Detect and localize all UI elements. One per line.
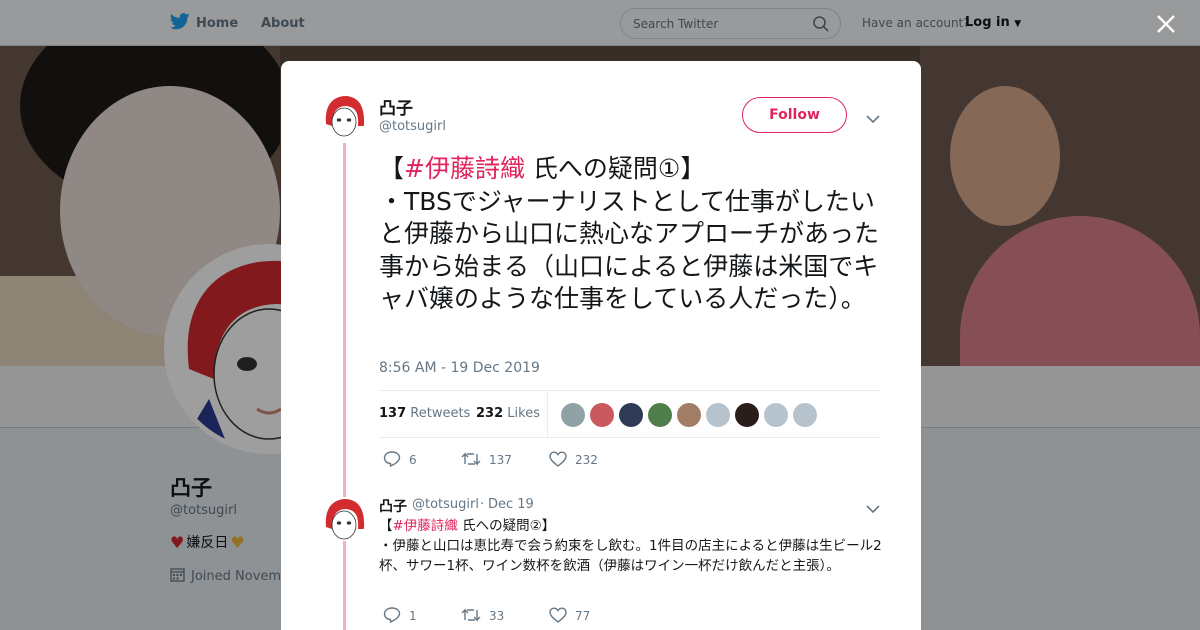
reply-actions: 1 33 77 (383, 606, 590, 626)
tweet-title-text: 氏への疑問①】 (524, 154, 706, 183)
like-action[interactable]: 232 (549, 450, 598, 470)
liker-avatar[interactable] (590, 403, 614, 427)
likes-label: Likes (507, 406, 540, 421)
reply-title-text: 氏への疑問②】 (457, 518, 556, 534)
hashtag-link[interactable]: #伊藤詩織 (404, 154, 525, 183)
liker-avatar[interactable] (648, 403, 672, 427)
tweet-stats: 137 Retweets 232 Likes (379, 390, 881, 438)
reply-author-handle[interactable]: @totsugirl (412, 497, 479, 512)
retweet-action[interactable]: 137 (461, 451, 549, 470)
reply-retweet-action[interactable]: 33 (461, 607, 549, 626)
reply-retweet-count: 33 (489, 609, 505, 623)
tweet-author-handle[interactable]: @totsugirl (379, 119, 446, 134)
reply-count: 6 (409, 453, 417, 467)
liker-avatar[interactable] (793, 403, 817, 427)
tweet-timestamp[interactable]: 8:56 AM - 19 Dec 2019 (379, 360, 540, 376)
reply-body: ・伊藤と山口は恵比寿で会う約束をし飲む。1件目の店主によると伊藤は生ビール2杯、… (379, 538, 882, 574)
retweet-icon (461, 607, 481, 626)
tweet-modal: 凸子 @totsugirl Follow 【#伊藤詩織 氏への疑問①】 ・TBSで… (281, 61, 921, 630)
reply-icon (383, 450, 401, 470)
liker-avatars (561, 403, 817, 427)
liker-avatar[interactable] (619, 403, 643, 427)
retweet-icon (461, 451, 481, 470)
tweet-author-avatar[interactable] (322, 94, 366, 138)
reply-like-action[interactable]: 77 (549, 606, 591, 626)
reply-hashtag-link[interactable]: #伊藤詩織 (393, 518, 458, 534)
follow-button[interactable]: Follow (742, 97, 847, 133)
close-icon[interactable] (1152, 10, 1180, 38)
likes-count: 232 (476, 406, 504, 421)
reply-text: 【#伊藤詩織 氏への疑問②】・伊藤と山口は恵比寿で会う約束をし飲む。1件目の店主… (379, 516, 884, 576)
reply-reply-action[interactable]: 1 (383, 606, 461, 626)
reply-author-name[interactable]: 凸子 (379, 496, 407, 516)
liker-avatar[interactable] (677, 403, 701, 427)
tweet-text: 【#伊藤詩織 氏への疑問①】・TBSでジャーナリストとして仕事がしたいと伊藤から… (379, 153, 884, 316)
retweets-count: 137 (379, 406, 407, 421)
chevron-down-icon[interactable] (866, 109, 880, 128)
reply-date[interactable]: Dec 19 (488, 497, 534, 512)
thread-line (343, 143, 346, 553)
reply-icon (383, 606, 401, 626)
reply-bracket: 【 (379, 518, 393, 534)
thread-line (343, 543, 346, 630)
heart-icon (549, 606, 567, 626)
tweet-body: ・TBSでジャーナリストとして仕事がしたいと伊藤から山口に熱心なアプローチがあっ… (379, 186, 880, 314)
reply-action[interactable]: 6 (383, 450, 461, 470)
reply-like-count: 77 (575, 609, 591, 623)
likes-stat[interactable]: 232 Likes (476, 406, 540, 421)
retweet-count: 137 (489, 453, 512, 467)
reply-reply-count: 1 (409, 609, 417, 623)
tweet-author-name[interactable]: 凸子 (379, 94, 413, 119)
stats-divider (547, 391, 548, 437)
tweet-bracket: 【 (379, 154, 405, 183)
liker-avatar[interactable] (561, 403, 585, 427)
tweet-actions: 6 137 232 (383, 450, 598, 470)
heart-icon (549, 450, 567, 470)
liker-avatar[interactable] (735, 403, 759, 427)
liker-avatar[interactable] (706, 403, 730, 427)
reply-author-avatar[interactable] (322, 497, 366, 541)
retweets-label: Retweets (410, 406, 471, 421)
retweets-stat[interactable]: 137 Retweets (379, 406, 470, 421)
liker-avatar[interactable] (764, 403, 788, 427)
like-count: 232 (575, 453, 598, 467)
separator-dot: · (480, 497, 485, 512)
